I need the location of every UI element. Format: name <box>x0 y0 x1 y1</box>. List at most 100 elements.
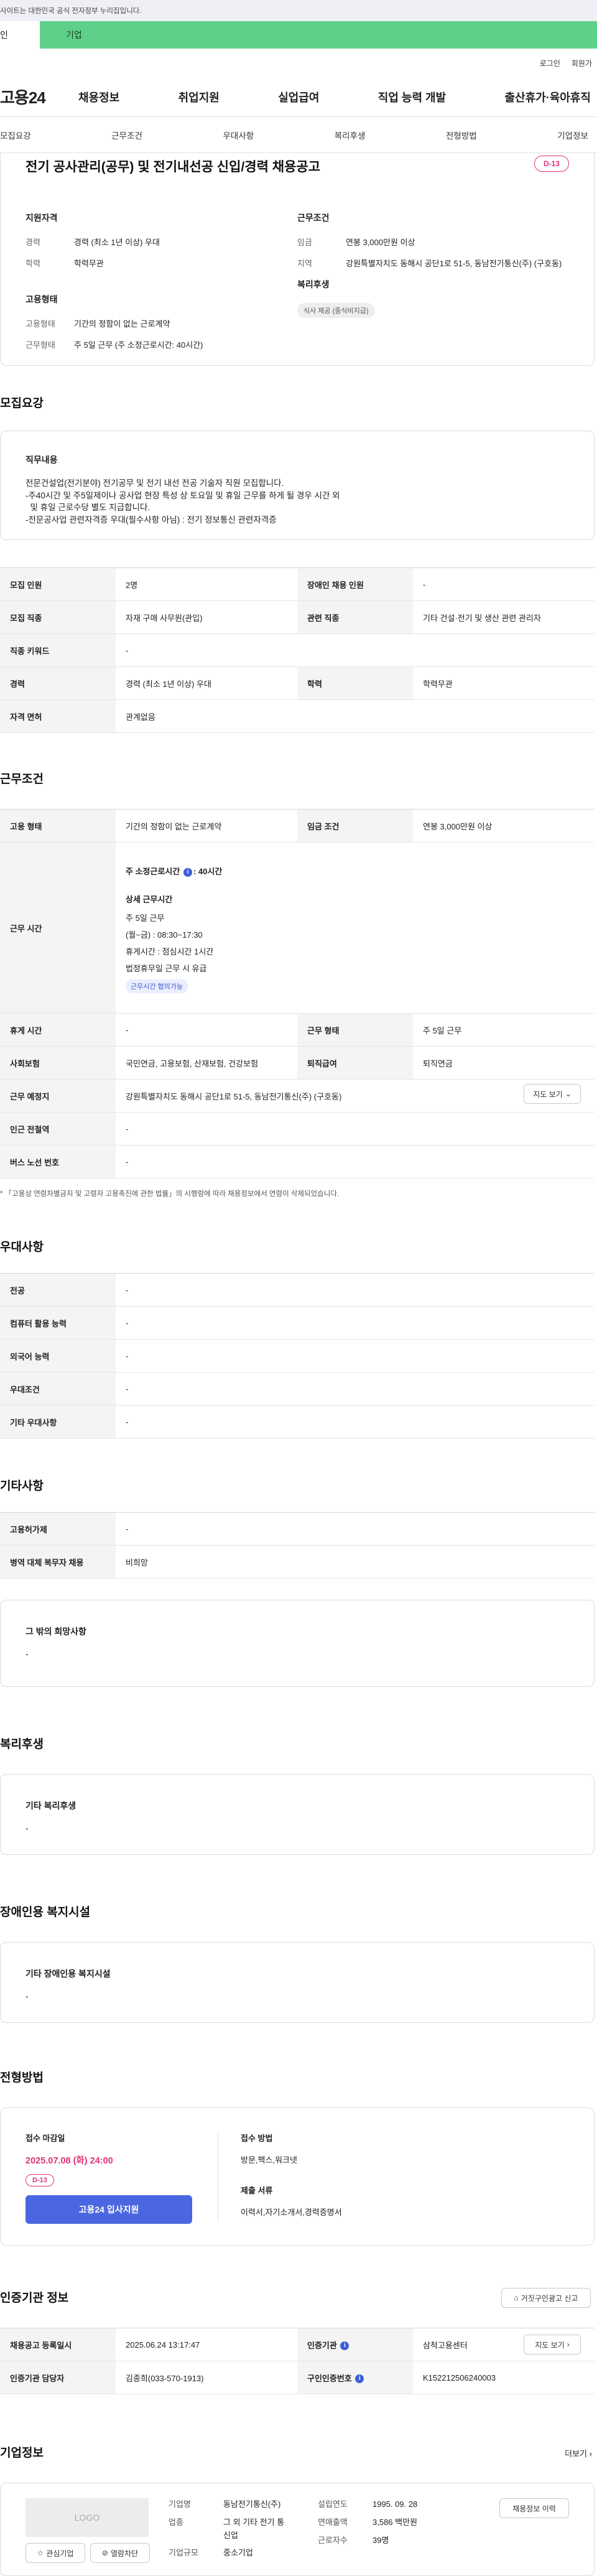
benefit-card: 기타 복리후생 - <box>0 1774 595 1855</box>
emp-key: 고용형태 <box>25 319 55 329</box>
gnb-item-employment-support[interactable]: 취업지원 <box>178 89 220 105</box>
work-hours-cell: 주 소정근로시간 i: 40시간 상세 근무시간 주 5일 근무 (월~금) :… <box>116 842 595 1014</box>
row-value: 김종희(033-570-1913) <box>116 2361 297 2394</box>
apply-button[interactable]: 고용24 입사지원 <box>25 2195 192 2224</box>
gnb-item-parental-leave[interactable]: 출산휴가·육아휴직 <box>505 89 591 105</box>
gnb-item-jobs[interactable]: 채용정보 <box>78 89 119 105</box>
disability-card: 기타 장애인용 복지시설 - <box>0 1942 595 2023</box>
tab-corporate[interactable]: 기업 <box>40 21 597 49</box>
etc-section-title: 기타사항 <box>0 1480 44 1493</box>
wish-value: - <box>25 1649 29 1659</box>
row-value: - <box>413 567 595 601</box>
row-key: 컴퓨터 활용 능력 <box>0 1306 116 1340</box>
disability-value: - <box>25 1991 29 2001</box>
row-value: 기간의 정함이 없는 근로계약 <box>116 809 297 842</box>
field-key: 업종 <box>169 2517 183 2527</box>
star-icon: ☆ <box>37 2549 44 2557</box>
hiring-history-button[interactable]: 채용정보 이력 <box>499 2498 569 2518</box>
table-row: 인근 전철역 - <box>0 1112 595 1146</box>
job-summary-card: 전기 공사관리(공무) 및 전기내선공 신입/경력 채용공고 D-13 지원자격… <box>0 153 595 366</box>
signup-link[interactable]: 회원가 <box>572 58 592 68</box>
row-value: - <box>116 1145 595 1178</box>
emp-heading: 고용형태 <box>25 294 58 304</box>
row-value: 2명 <box>116 567 297 601</box>
method-value: 방문,팩스,워크넷 <box>241 2155 297 2165</box>
row-value: - <box>116 1405 595 1439</box>
table-row: 우대조건 - <box>0 1372 595 1406</box>
subnav-work-conditions[interactable]: 근무조건 <box>111 129 142 141</box>
qual-value: 경력 (최소 1년 이상) 우대 <box>74 238 160 247</box>
row-value: - <box>116 1306 595 1340</box>
subnav-company[interactable]: 기업정보 <box>557 129 588 141</box>
company-size: 중소기업 <box>223 2548 253 2558</box>
hours-detail-line: 휴게시간 : 점심시간 1시간 <box>126 947 214 956</box>
company-employees: 39명 <box>373 2535 389 2545</box>
home-icon: ⌂ <box>514 2294 519 2302</box>
row-value: 학력무관 <box>413 666 595 700</box>
row-key: 사회보험 <box>0 1046 116 1080</box>
selection-section-title: 전형방법 <box>0 2071 44 2084</box>
table-row: 근무 예정지 강원특별자치도 동해시 공단1로 51-5, 동남전기통신(주) (… <box>0 1079 595 1113</box>
job-title: 전기 공사관리(공무) 및 전기내선공 신입/경력 채용공고 <box>25 160 321 174</box>
row-key: 휴게 시간 <box>0 1013 116 1047</box>
chevron-right-icon: › <box>567 2340 570 2349</box>
gnb-item-unemployment-benefit[interactable]: 실업급여 <box>278 89 319 105</box>
map-view-button[interactable]: 지도 보기 ⌄ <box>524 1084 581 1104</box>
hours-detail-line: 법정휴무일 근무 시 유급 <box>126 964 207 973</box>
row-key: 장애인 채용 인원 <box>297 567 413 601</box>
company-card: LOGO ☆ 관심기업 ⊘ 열람차단 기업명 동남전기통신(주) 업종 그 외 기타 전… <box>0 2483 595 2576</box>
table-row: 사회보험 국민연금, 고용보험, 산재보험, 건강보험 퇴직급여 퇴직연금 <box>0 1046 595 1080</box>
row-key: 경력 <box>0 666 116 700</box>
info-icon[interactable]: i <box>183 867 192 877</box>
flex-hours-badge: 근무시간 협의가능 <box>126 979 188 993</box>
company-logo-placeholder: LOGO <box>25 2498 149 2537</box>
block-company-button[interactable]: ⊘ 열람차단 <box>90 2543 150 2563</box>
gnb-item-vocational-training[interactable]: 직업 능력 개발 <box>378 89 446 105</box>
row-value: - <box>116 1273 595 1307</box>
dday-badge: D-13 <box>534 156 569 172</box>
subnav-benefits[interactable]: 복리후생 <box>335 129 366 141</box>
favorite-company-button[interactable]: ☆ 관심기업 <box>25 2543 85 2563</box>
table-row: 컴퓨터 활용 능력 - <box>0 1306 595 1340</box>
hours-detail-title: 상세 근무시간 <box>126 895 173 904</box>
table-row: 채용공고 등록일시 2025.06.24 13:17:47 인증기관 i 삼척고용센터 <box>0 2328 595 2361</box>
table-row: 자격 면허 관계없음 <box>0 699 595 733</box>
row-key: 외국어 능력 <box>0 1339 116 1373</box>
table-row: 전공 - <box>0 1273 595 1307</box>
company-more-link[interactable]: 더보기 › <box>565 2447 592 2459</box>
job-desc-heading: 직무내용 <box>25 455 58 465</box>
table-row: 모집 직종 자재 구매 사무원(관입) 관련 직종 기타 건설·전기 및 생산 관련 … <box>0 600 595 634</box>
row-value: - <box>116 1013 297 1047</box>
row-key: 근무 예정지 <box>0 1079 116 1113</box>
benefit-section-title: 복리후생 <box>0 1738 44 1751</box>
info-icon[interactable]: i <box>340 2341 349 2351</box>
member-type-tabs: 인 기업 <box>0 21 597 49</box>
block-icon: ⊘ <box>101 2549 108 2557</box>
row-key: 자격 면허 <box>0 699 116 733</box>
job-desc-text: 전문건설업(전기분야) 전기공무 및 전기 내선 전공 기술자 직원 모집합니다… <box>25 478 340 525</box>
site-logo[interactable]: 고용24 <box>0 85 78 108</box>
subnav-selection[interactable]: 전형방법 <box>446 129 477 141</box>
field-key: 근로자수 <box>318 2535 348 2545</box>
login-link[interactable]: 로그인 <box>540 58 560 68</box>
benefit-value: - <box>25 1823 29 1833</box>
subnav-recruit[interactable]: 모집요강 <box>0 129 31 141</box>
recruit-table: 모집 인원 2명 장애인 채용 인원 - 모집 직종 자재 구매 사무원(관입) 관련 직… <box>0 567 595 733</box>
auth-map-button[interactable]: 지도 보기 › <box>524 2335 581 2354</box>
row-key: 퇴직급여 <box>297 1046 413 1080</box>
benefit-heading: 기타 복리후생 <box>25 1801 76 1811</box>
disability-heading: 기타 장애인용 복지시설 <box>25 1969 111 1979</box>
hours-main-value: : 40시간 <box>193 867 223 876</box>
welfare-tag: 식사 제공 (중식비지급) <box>297 303 375 318</box>
subnav-preferences[interactable]: 우대사항 <box>223 129 254 141</box>
row-value: - <box>116 633 595 667</box>
qual-value: 학력무관 <box>74 258 104 268</box>
row-value: 기타 건설·전기 및 생산 관련 관리자 <box>413 600 595 634</box>
row-value: 강원특별자치도 동해시 공단1로 51-5, 동남전기통신(주) (구호동) <box>116 1079 595 1113</box>
info-icon[interactable]: i <box>355 2374 364 2384</box>
row-key: 고용허가제 <box>0 1512 116 1546</box>
tab-personal[interactable]: 인 <box>0 21 40 49</box>
row-value: 주 5일 근무 <box>413 1013 595 1047</box>
row-key: 버스 노선 번호 <box>0 1145 116 1178</box>
report-fake-ad-button[interactable]: ⌂ 거짓구인광고 신고 <box>501 2288 591 2308</box>
